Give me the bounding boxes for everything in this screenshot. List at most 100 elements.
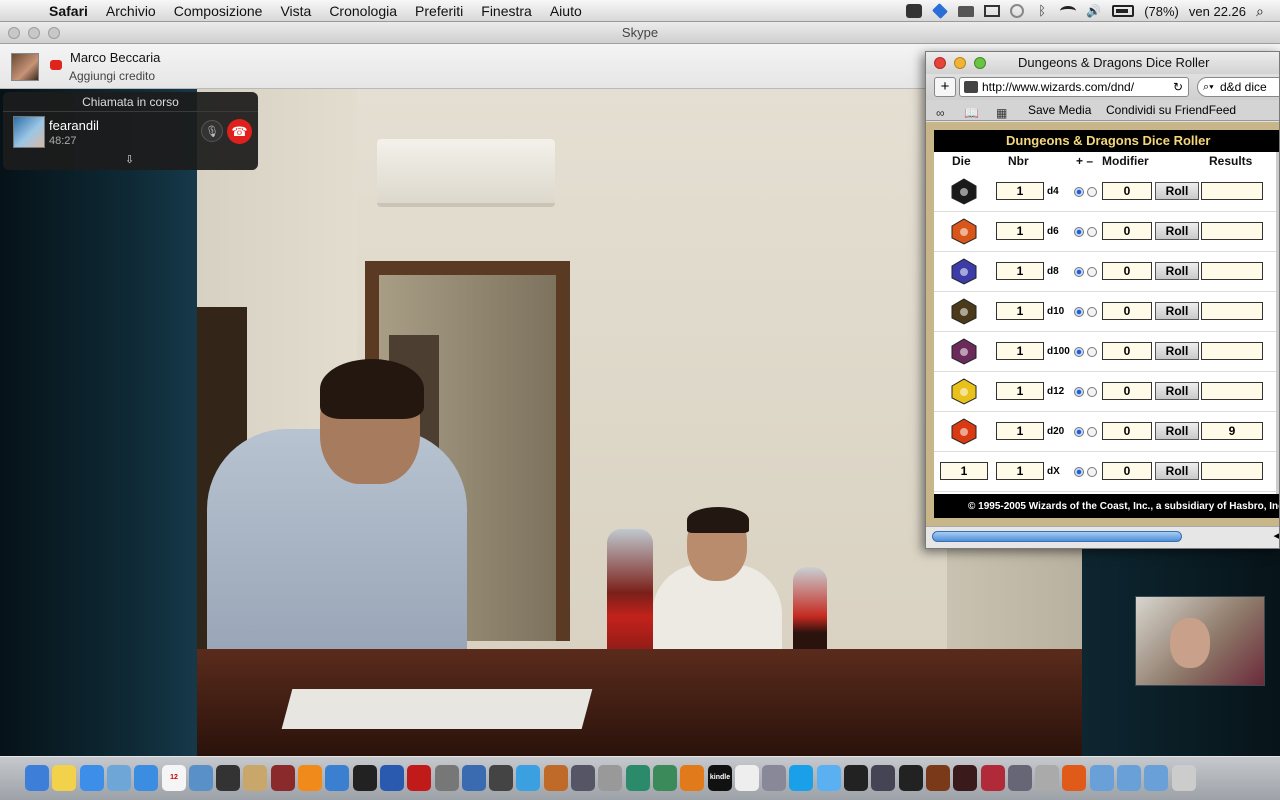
menubar-clock[interactable]: ven 22.26 [1189, 4, 1246, 19]
skype-icon[interactable] [789, 765, 813, 791]
disk-icon[interactable] [762, 765, 786, 791]
time-machine-icon[interactable] [1010, 4, 1025, 18]
safari-icon[interactable] [134, 765, 158, 791]
chart-icon[interactable] [516, 765, 540, 791]
folder-apps-icon[interactable] [1090, 765, 1114, 791]
modifier-input[interactable]: 0 [1102, 302, 1152, 320]
result-field[interactable] [1201, 222, 1263, 240]
calendar-icon[interactable]: 12 [162, 765, 186, 791]
minus-radio[interactable] [1087, 387, 1097, 397]
menu-composizione[interactable]: Composizione [165, 3, 272, 19]
dx-sides-input[interactable]: 1 [940, 462, 988, 480]
mute-microphone-button[interactable]: 🎙 [201, 120, 223, 142]
close-button[interactable] [8, 27, 20, 39]
roll-button[interactable]: Roll [1155, 462, 1199, 480]
hang-up-button[interactable]: ☎ [227, 119, 252, 144]
camera-icon[interactable] [1008, 765, 1032, 791]
photo-booth-icon[interactable] [271, 765, 295, 791]
menu-app-name[interactable]: Safari [40, 3, 97, 19]
joystick-icon[interactable] [489, 765, 513, 791]
vlc-icon[interactable] [298, 765, 322, 791]
add-credit-link[interactable]: Aggiungi credito [69, 69, 155, 83]
wifi-icon[interactable] [1060, 6, 1077, 16]
bookmark-friendfeed[interactable]: Condividi su FriendFeed [1106, 100, 1236, 120]
roll-button[interactable]: Roll [1155, 342, 1199, 360]
add-bookmark-button[interactable]: + [934, 77, 956, 97]
music-icon[interactable] [353, 765, 377, 791]
stickies-icon[interactable] [52, 765, 76, 791]
modifier-input[interactable]: 0 [1102, 262, 1152, 280]
bookmarks-book-icon[interactable]: 📖 [964, 103, 979, 123]
minus-radio[interactable] [1087, 427, 1097, 437]
nbr-input[interactable]: 1 [996, 182, 1044, 200]
reader-glasses-icon[interactable]: ∞ [936, 103, 945, 123]
minus-radio[interactable] [1087, 267, 1097, 277]
menu-aiuto[interactable]: Aiuto [541, 3, 591, 19]
result-field[interactable] [1201, 382, 1263, 400]
skype-status-icon[interactable] [906, 4, 923, 18]
dropbox-icon[interactable] [932, 3, 949, 19]
search-field[interactable]: ⌕▾ d&d dice [1197, 77, 1279, 97]
battery-percent[interactable]: (78%) [1144, 4, 1179, 19]
tools-icon[interactable] [871, 765, 895, 791]
address-field[interactable]: http://www.wizards.com/dnd/ ↻ [959, 77, 1189, 97]
modifier-input[interactable]: 0 [1102, 342, 1152, 360]
modifier-input[interactable]: 0 [1102, 182, 1152, 200]
display-icon[interactable] [984, 5, 1001, 17]
plants-icon[interactable] [626, 765, 650, 791]
menu-preferiti[interactable]: Preferiti [406, 3, 472, 19]
trackpad-icon[interactable] [1035, 765, 1059, 791]
menu-finestra[interactable]: Finestra [472, 3, 541, 19]
evernote-icon[interactable] [380, 765, 404, 791]
scrollbar-thumb[interactable] [932, 531, 1182, 542]
close-button[interactable] [934, 57, 946, 69]
iphoto-icon[interactable] [107, 765, 131, 791]
top-sites-grid-icon[interactable]: ▦ [996, 103, 1007, 123]
plus-radio[interactable] [1074, 387, 1084, 397]
battery-icon[interactable] [1112, 5, 1135, 17]
volume-icon[interactable]: 🔊 [1086, 4, 1102, 18]
kindle-icon[interactable]: kindle [708, 765, 732, 791]
minus-radio[interactable] [1087, 187, 1097, 197]
system-prefs-icon[interactable] [435, 765, 459, 791]
film-icon[interactable] [844, 765, 868, 791]
pages-icon[interactable] [680, 765, 704, 791]
minus-radio[interactable] [1087, 227, 1097, 237]
nbr-input[interactable]: 1 [996, 462, 1044, 480]
roll-button[interactable]: Roll [1155, 262, 1199, 280]
plus-radio[interactable] [1074, 307, 1084, 317]
dmg-icon[interactable] [653, 765, 677, 791]
result-field[interactable] [1201, 302, 1263, 320]
roll-button[interactable]: Roll [1155, 222, 1199, 240]
nbr-input[interactable]: 1 [996, 382, 1044, 400]
minimize-button[interactable] [954, 57, 966, 69]
avatar[interactable] [11, 53, 39, 81]
home-icon[interactable] [462, 765, 486, 791]
plus-radio[interactable] [1074, 227, 1084, 237]
roll-button[interactable]: Roll [1155, 422, 1199, 440]
bookmark-save-media[interactable]: Save Media [1028, 100, 1091, 120]
books-icon[interactable] [926, 765, 950, 791]
dock-panel-icon[interactable]: ⇩ [125, 153, 134, 166]
photos-icon[interactable] [544, 765, 568, 791]
pen-icon[interactable] [571, 765, 595, 791]
scroll-arrow-icon[interactable]: ◂ [1273, 529, 1279, 542]
plus-radio[interactable] [1074, 187, 1084, 197]
itunes-icon[interactable] [325, 765, 349, 791]
minus-radio[interactable] [1087, 467, 1097, 477]
zoom-button[interactable] [48, 27, 60, 39]
kindle2-icon[interactable] [899, 765, 923, 791]
trash-icon[interactable] [1172, 765, 1196, 791]
finder-icon[interactable] [25, 765, 49, 791]
plus-radio[interactable] [1074, 267, 1084, 277]
result-field[interactable] [1201, 462, 1263, 480]
modifier-input[interactable]: 0 [1102, 222, 1152, 240]
plus-radio[interactable] [1074, 347, 1084, 357]
status-icon[interactable] [50, 60, 62, 70]
roll-button[interactable]: Roll [1155, 302, 1199, 320]
cloud-icon[interactable] [817, 765, 841, 791]
calculator-icon[interactable] [598, 765, 622, 791]
nbr-input[interactable]: 1 [996, 342, 1044, 360]
reader-icon[interactable] [407, 765, 431, 791]
user-name[interactable]: Marco Beccaria [70, 50, 160, 65]
